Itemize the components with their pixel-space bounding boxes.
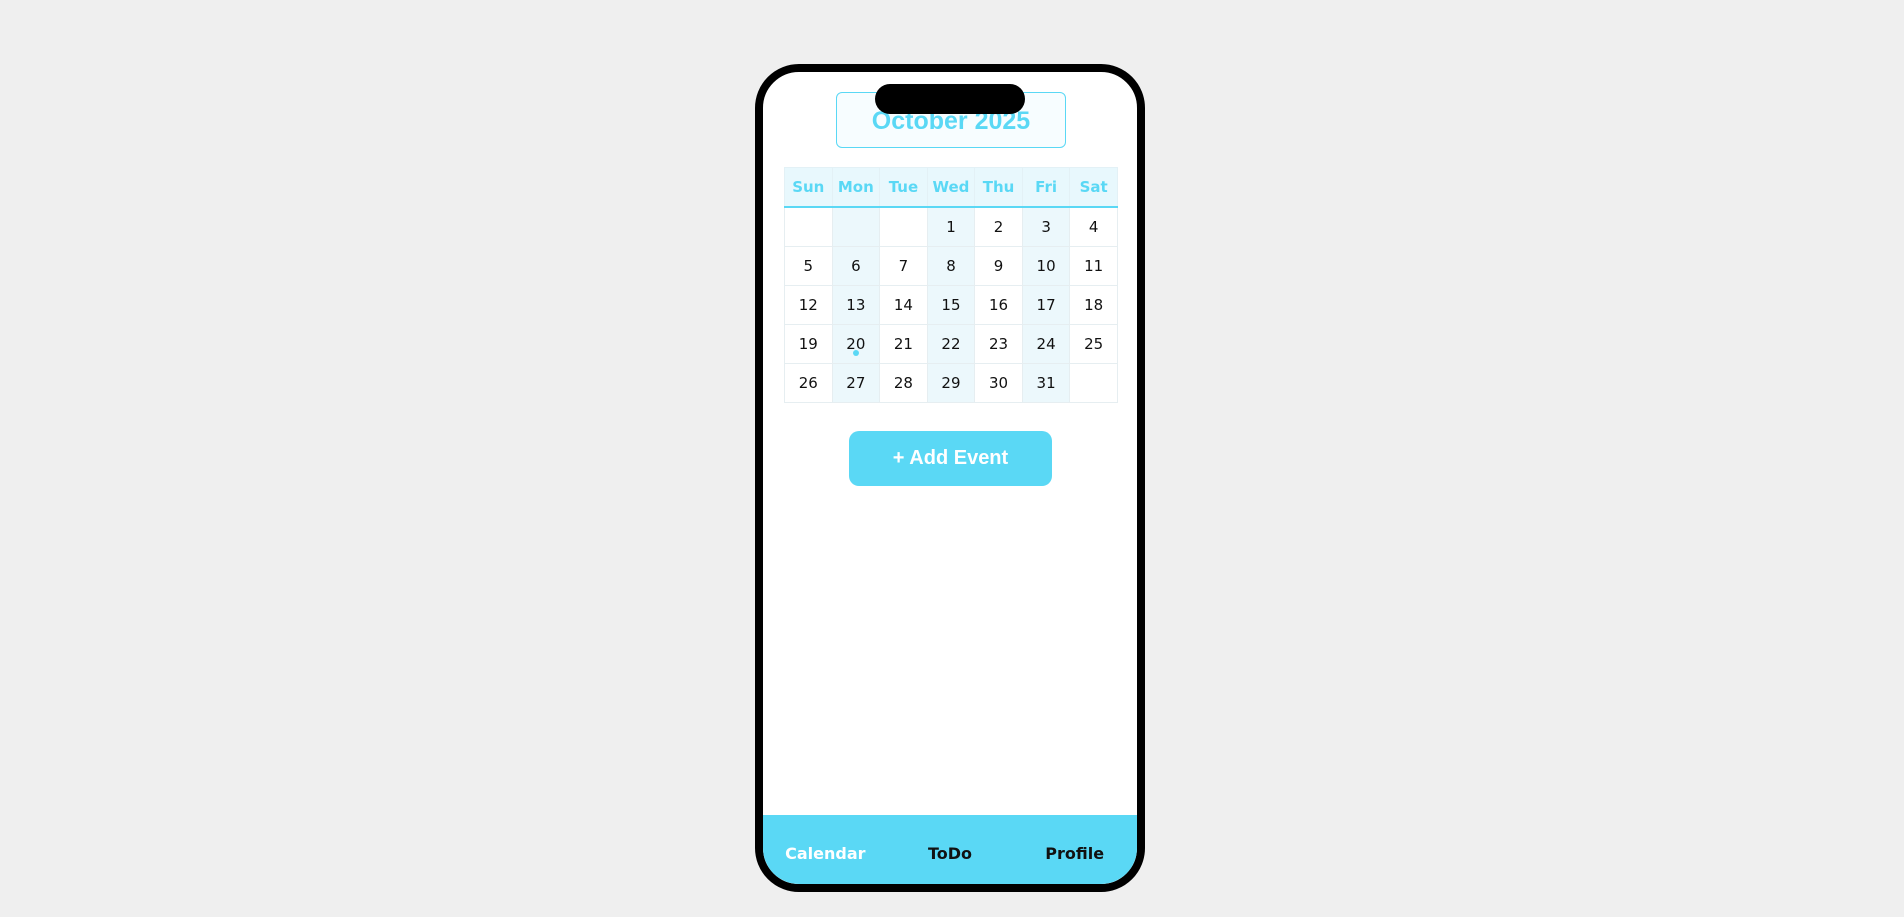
calendar-week-row: 1 2 3 4 xyxy=(784,206,1118,247)
day-cell[interactable]: 6 xyxy=(831,246,881,286)
nav-item-calendar[interactable]: Calendar xyxy=(763,815,888,884)
day-cell[interactable]: 13 xyxy=(831,285,881,325)
calendar-week-row: 26 27 28 29 30 31 xyxy=(784,363,1118,403)
day-cell[interactable]: 7 xyxy=(879,246,928,286)
weekday-header: Sat xyxy=(1069,167,1118,208)
weekday-header: Wed xyxy=(926,167,976,208)
calendar-week-row: 19 20 21 22 23 24 25 xyxy=(784,324,1118,364)
weekday-header: Fri xyxy=(1021,167,1071,208)
day-cell[interactable]: 14 xyxy=(879,285,928,325)
day-cell[interactable]: 18 xyxy=(1069,285,1118,325)
day-cell xyxy=(1069,363,1118,403)
bottom-nav: Calendar ToDo Profile xyxy=(763,815,1137,884)
day-cell[interactable]: 17 xyxy=(1021,285,1071,325)
day-cell[interactable]: 19 xyxy=(784,324,833,364)
day-cell[interactable]: 27 xyxy=(831,363,881,403)
day-cell[interactable]: 29 xyxy=(926,363,976,403)
calendar-grid: Sun Mon Tue Wed Thu Fri Sat 1 2 3 4 5 6 xyxy=(784,167,1118,403)
event-dot-icon xyxy=(852,350,859,356)
phone-notch xyxy=(875,84,1025,114)
day-cell xyxy=(831,206,881,247)
phone-frame: October 2025 Sun Mon Tue Wed Thu Fri Sat… xyxy=(755,64,1145,892)
weekday-header: Mon xyxy=(831,167,881,208)
day-cell[interactable]: 31 xyxy=(1021,363,1071,403)
weekday-header: Tue xyxy=(879,167,928,208)
day-cell[interactable]: 5 xyxy=(784,246,833,286)
day-cell-with-event[interactable]: 20 xyxy=(831,324,881,364)
day-cell[interactable]: 10 xyxy=(1021,246,1071,286)
day-cell[interactable]: 16 xyxy=(974,285,1023,325)
day-cell[interactable]: 22 xyxy=(926,324,976,364)
day-cell[interactable]: 15 xyxy=(926,285,976,325)
nav-item-todo[interactable]: ToDo xyxy=(888,815,1013,884)
nav-item-profile[interactable]: Profile xyxy=(1012,815,1137,884)
day-cell[interactable]: 8 xyxy=(926,246,976,286)
day-cell[interactable]: 23 xyxy=(974,324,1023,364)
day-cell[interactable]: 26 xyxy=(784,363,833,403)
day-cell[interactable]: 24 xyxy=(1021,324,1071,364)
day-cell[interactable]: 9 xyxy=(974,246,1023,286)
day-cell xyxy=(879,206,928,247)
add-event-button[interactable]: + Add Event xyxy=(849,431,1052,486)
day-cell[interactable]: 28 xyxy=(879,363,928,403)
day-cell[interactable]: 11 xyxy=(1069,246,1118,286)
day-cell[interactable]: 25 xyxy=(1069,324,1118,364)
day-cell[interactable]: 12 xyxy=(784,285,833,325)
calendar-week-row: 5 6 7 8 9 10 11 xyxy=(784,246,1118,286)
day-cell[interactable]: 30 xyxy=(974,363,1023,403)
weekday-header-row: Sun Mon Tue Wed Thu Fri Sat xyxy=(784,167,1118,208)
day-cell[interactable]: 21 xyxy=(879,324,928,364)
weekday-header: Sun xyxy=(784,167,833,208)
day-cell[interactable]: 4 xyxy=(1069,206,1118,247)
day-cell xyxy=(784,206,833,247)
day-cell[interactable]: 1 xyxy=(926,206,976,247)
day-cell[interactable]: 3 xyxy=(1021,206,1071,247)
calendar-week-row: 12 13 14 15 16 17 18 xyxy=(784,285,1118,325)
day-cell[interactable]: 2 xyxy=(974,206,1023,247)
weekday-header: Thu xyxy=(974,167,1023,208)
